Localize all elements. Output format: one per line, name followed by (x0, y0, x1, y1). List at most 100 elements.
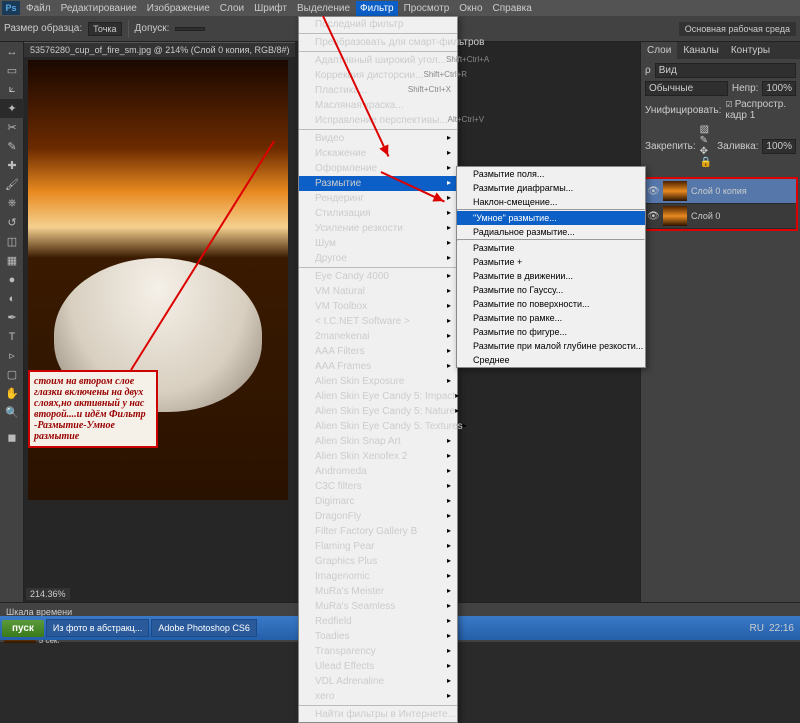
submenu-item[interactable]: Размытие по поверхности... (457, 297, 645, 311)
menu-item[interactable]: Alien Skin Eye Candy 5: Impact (299, 389, 457, 404)
opacity-input[interactable]: 100% (762, 81, 796, 96)
tool-stamp[interactable]: ⎈ (0, 194, 24, 213)
sample-size-select[interactable]: Точка (88, 22, 121, 36)
tab-channels[interactable]: Каналы (677, 42, 725, 59)
taskbar-item[interactable]: Adobe Photoshop CS6 (151, 619, 257, 637)
submenu-item[interactable]: Размытие поля... (457, 167, 645, 181)
tool-pen[interactable]: ✒ (0, 308, 24, 327)
lang-indicator[interactable]: RU (750, 623, 764, 634)
menu-item[interactable]: Оформление (299, 161, 457, 176)
menu-item[interactable]: Адаптивный широкий угол...Shift+Ctrl+A (299, 53, 457, 68)
menu-edit[interactable]: Редактирование (57, 1, 141, 16)
tab-layers[interactable]: Слои (641, 42, 677, 59)
tool-shape[interactable]: ▢ (0, 365, 24, 384)
menu-item[interactable]: Коррекция дисторсии...Shift+Ctrl+R (299, 68, 457, 83)
layer-name[interactable]: Слой 0 (691, 211, 720, 221)
menu-item[interactable]: Ulead Effects (299, 659, 457, 674)
tool-crop[interactable]: ✂ (0, 118, 24, 137)
menu-item[interactable]: Найти фильтры в Интернете... (299, 707, 457, 722)
blend-mode-select[interactable]: Обычные (645, 81, 728, 96)
tool-brush[interactable]: 🖌 (0, 175, 24, 194)
tool-zoom[interactable]: 🔍 (0, 403, 24, 422)
menu-file[interactable]: Файл (22, 1, 55, 16)
menu-filter[interactable]: Фильтр (356, 1, 398, 16)
color-swatches[interactable]: ◼ (0, 422, 24, 452)
menu-item[interactable]: Alien Skin Eye Candy 5: Nature (299, 404, 457, 419)
menu-item[interactable]: Усиление резкости (299, 221, 457, 236)
menu-item[interactable]: Шум (299, 236, 457, 251)
taskbar-item[interactable]: Из фото в абстракц... (46, 619, 149, 637)
submenu-item[interactable]: Размытие по рамке... (457, 311, 645, 325)
submenu-item[interactable]: Среднее (457, 353, 645, 367)
menu-item[interactable]: Flaming Pear (299, 539, 457, 554)
menu-item[interactable]: xero (299, 689, 457, 704)
menu-layers[interactable]: Слои (216, 1, 248, 16)
menu-item[interactable]: Alien Skin Xenofex 2 (299, 449, 457, 464)
menu-item[interactable]: 2manekenai (299, 329, 457, 344)
menu-help[interactable]: Справка (489, 1, 536, 16)
menu-item[interactable]: Alien Skin Exposure (299, 374, 457, 389)
menu-item[interactable]: Toadies (299, 629, 457, 644)
visibility-icon[interactable]: 👁 (647, 186, 659, 197)
menu-image[interactable]: Изображение (143, 1, 214, 16)
menu-item[interactable]: < I.C.NET Software > (299, 314, 457, 329)
tool-heal[interactable]: ✚ (0, 156, 24, 175)
submenu-item[interactable]: Наклон-смещение... (457, 195, 645, 209)
layer-row[interactable]: 👁 Слой 0 (645, 204, 796, 229)
propagate-check[interactable]: ☑ Распростр. кадр 1 (725, 99, 796, 121)
menu-item[interactable]: Преобразовать для смарт-фильтров (299, 35, 457, 50)
tool-type[interactable]: T (0, 327, 24, 346)
submenu-item[interactable]: Размытие (457, 241, 645, 255)
tool-blur[interactable]: ● (0, 270, 24, 289)
menu-item[interactable]: Graphics Plus (299, 554, 457, 569)
menu-item[interactable]: Alien Skin Snap Art (299, 434, 457, 449)
menu-item[interactable]: Andromeda (299, 464, 457, 479)
menu-item[interactable]: Eye Candy 4000 (299, 269, 457, 284)
menu-item[interactable]: VDL Adrenaline (299, 674, 457, 689)
submenu-item[interactable]: Размытие при малой глубине резкости... (457, 339, 645, 353)
layer-row[interactable]: 👁 Слой 0 копия (645, 179, 796, 204)
tool-dodge[interactable]: ◐ (0, 289, 24, 308)
start-button[interactable]: пуск (2, 620, 44, 637)
menu-item[interactable]: MuRa's Seamless (299, 599, 457, 614)
menu-item[interactable]: Исправление перспективы...Alt+Ctrl+V (299, 113, 457, 128)
submenu-item[interactable]: Размытие диафрагмы... (457, 181, 645, 195)
menu-item[interactable]: AAA Frames (299, 359, 457, 374)
menu-item[interactable]: Imagenomic (299, 569, 457, 584)
menu-item[interactable]: Другое (299, 251, 457, 266)
menu-item[interactable]: Пластика...Shift+Ctrl+X (299, 83, 457, 98)
submenu-item[interactable]: "Умное" размытие... (457, 211, 645, 225)
tool-gradient[interactable]: ▦ (0, 251, 24, 270)
menu-item[interactable]: Filter Factory Gallery B (299, 524, 457, 539)
tool-move[interactable]: ↔ (0, 42, 24, 61)
menu-item[interactable]: Transparency (299, 644, 457, 659)
menu-item[interactable]: Размытие (299, 176, 457, 191)
menu-item[interactable]: C3C filters (299, 479, 457, 494)
tab-paths[interactable]: Контуры (725, 42, 776, 59)
fill-input[interactable]: 100% (762, 139, 796, 154)
submenu-item[interactable]: Размытие + (457, 255, 645, 269)
menu-window[interactable]: Окно (455, 1, 486, 16)
layer-kind-select[interactable]: Вид (655, 63, 796, 78)
tool-history[interactable]: ↺ (0, 213, 24, 232)
visibility-icon[interactable]: 👁 (647, 211, 659, 222)
tool-lasso[interactable]: ⟀ (0, 80, 24, 99)
menu-item[interactable]: Alien Skin Eye Candy 5: Textures (299, 419, 457, 434)
document-tab[interactable]: 53576280_cup_of_fire_sm.jpg @ 214% (Слой… (24, 42, 295, 57)
tool-path[interactable]: ▹ (0, 346, 24, 365)
menu-type[interactable]: Шрифт (250, 1, 291, 16)
tool-hand[interactable]: ✋ (0, 384, 24, 403)
menu-item[interactable]: Масляная краска... (299, 98, 457, 113)
system-tray[interactable]: RU 22:16 (746, 623, 799, 634)
tolerance-input[interactable] (175, 27, 205, 31)
menu-item[interactable]: VM Toolbox (299, 299, 457, 314)
menu-item[interactable]: VM Natural (299, 284, 457, 299)
menu-item[interactable]: DragonFly (299, 509, 457, 524)
menu-item[interactable]: Redfield (299, 614, 457, 629)
submenu-item[interactable]: Радиальное размытие... (457, 225, 645, 239)
tool-marquee[interactable]: ▭ (0, 61, 24, 80)
menu-item[interactable]: Искажение (299, 146, 457, 161)
menu-select[interactable]: Выделение (293, 1, 354, 16)
tool-eyedropper[interactable]: ✎ (0, 137, 24, 156)
zoom-level[interactable]: 214.36% (26, 588, 70, 600)
